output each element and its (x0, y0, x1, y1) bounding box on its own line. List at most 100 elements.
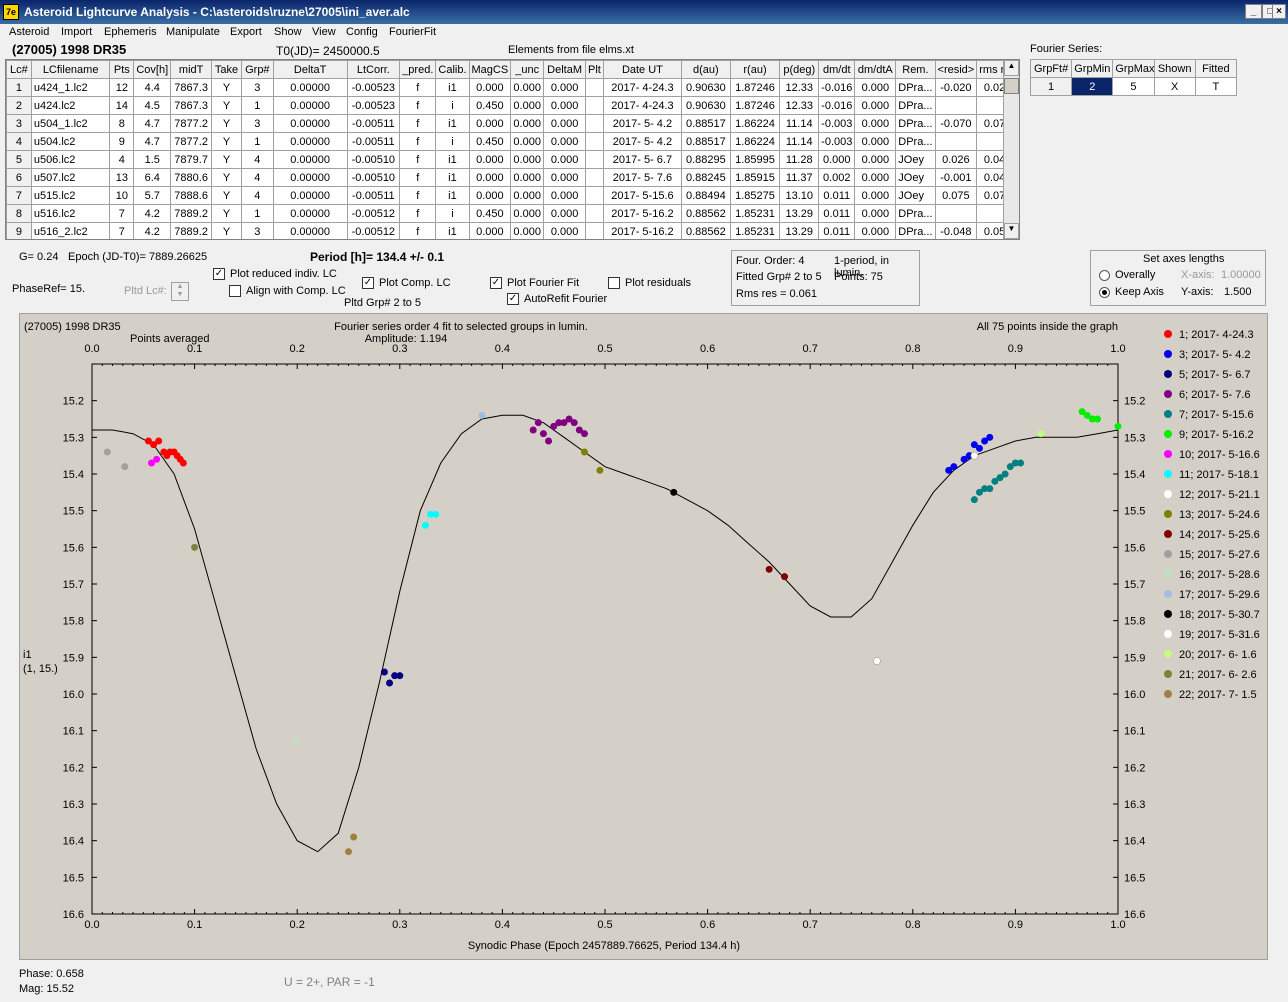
col-header[interactable]: Cov[h] (133, 60, 172, 79)
table-cell[interactable] (585, 204, 604, 223)
table-cell[interactable]: 11.14 (779, 132, 820, 151)
table-cell[interactable]: 3 (6, 114, 32, 133)
table-cell[interactable]: 6.4 (133, 168, 172, 187)
table-cell[interactable]: 4.5 (133, 96, 172, 115)
table-cell[interactable]: i1 (435, 222, 470, 239)
table-cell[interactable]: DPra... (895, 222, 936, 239)
table-cell[interactable]: 1.87246 (729, 78, 781, 97)
table-cell[interactable]: 5.7 (133, 186, 172, 205)
checkbox-reduced[interactable]: ✓ (213, 268, 225, 281)
table-cell[interactable]: 1.5 (133, 150, 172, 169)
table-cell[interactable]: 7 (6, 186, 32, 205)
col-header[interactable]: midT (170, 60, 213, 79)
table-cell[interactable]: u516_2.lc2 (30, 222, 111, 239)
table-scrollbar[interactable]: ▲ ▼ (1003, 60, 1019, 239)
table-cell[interactable]: 1 (6, 78, 32, 97)
table-cell[interactable]: 7880.6 (170, 168, 213, 187)
table-cell[interactable]: i (435, 132, 470, 151)
table-cell[interactable]: 14 (109, 96, 135, 115)
table-cell[interactable]: 0.88562 (681, 204, 731, 223)
table-cell[interactable]: u424.lc2 (30, 96, 111, 115)
table-cell[interactable]: 6 (6, 168, 32, 187)
table-cell[interactable]: 0.000 (854, 114, 897, 133)
table-cell[interactable]: 11.28 (779, 150, 820, 169)
table-cell[interactable]: Y (211, 168, 242, 187)
menu-ephemeris[interactable]: Ephemeris (104, 26, 157, 38)
menu-config[interactable]: Config (346, 26, 378, 38)
check-autorefit[interactable]: ✓ AutoRefit Fourier (507, 293, 607, 306)
table-cell[interactable]: 0.00000 (272, 78, 348, 97)
table-cell[interactable]: 1.85231 (729, 204, 781, 223)
table-cell[interactable]: DPra... (895, 132, 936, 151)
table-cell[interactable]: 0.000 (543, 114, 586, 133)
col-header[interactable]: MagCS (468, 60, 512, 79)
table-cell[interactable]: i1 (435, 114, 470, 133)
x-axis-value[interactable]: 1.00000 (1221, 269, 1261, 281)
check-comp[interactable]: ✓ Plot Comp. LC (362, 277, 451, 290)
table-cell[interactable]: 3 (240, 78, 274, 97)
table-cell[interactable]: -0.016 (818, 78, 856, 97)
table-cell[interactable]: -0.00523 (346, 78, 401, 97)
table-cell[interactable]: 1.86224 (729, 132, 781, 151)
table-row[interactable]: 2 u424.lc2 14 4.5 7867.3 Y 1 0.00000 -0.00523 f i 0… (6, 96, 1019, 115)
table-cell[interactable]: -0.048 (934, 222, 978, 239)
radio-keep-axis[interactable]: Keep Axis (1099, 286, 1164, 298)
table-cell[interactable]: 0.000 (543, 96, 586, 115)
table-cell[interactable]: JOey (895, 168, 936, 187)
table-row[interactable]: 8 u516.lc2 7 4.2 7889.2 Y 1 0.00000 -0.00512 f i 0.… (6, 204, 1019, 223)
table-cell[interactable]: u507.lc2 (30, 168, 111, 187)
table-cell[interactable]: 0.000 (510, 96, 545, 115)
col-header[interactable]: DeltaM (543, 60, 586, 79)
table-cell[interactable]: u515.lc2 (30, 186, 111, 205)
table-cell[interactable]: 1 (240, 132, 274, 151)
col-header[interactable]: d(au) (681, 60, 731, 79)
table-cell[interactable]: 2017- 5- 4.2 (602, 132, 683, 151)
table-cell[interactable]: 4.7 (133, 132, 172, 151)
table-cell[interactable]: 7867.3 (170, 96, 213, 115)
col-header[interactable]: _pred. (399, 60, 437, 79)
fs-cell-grpft[interactable]: 1 (1029, 77, 1073, 96)
table-cell[interactable]: f (399, 132, 437, 151)
table-cell[interactable]: 0.075 (934, 186, 978, 205)
table-cell[interactable]: 0.000 (510, 222, 545, 239)
menu-fourierfit[interactable]: FourierFit (389, 26, 436, 38)
pltd-lc-spinner[interactable]: ▲ ▼ (171, 282, 189, 301)
table-cell[interactable]: i1 (435, 150, 470, 169)
table-cell[interactable]: -0.00523 (346, 96, 401, 115)
table-cell[interactable]: 0.00000 (272, 96, 348, 115)
table-cell[interactable]: 0.00000 (272, 150, 348, 169)
fourier-series-table[interactable]: GrpFt# GrpMin GrpMax Shown Fitted 1 2 5 … (1029, 59, 1238, 96)
menu-manipulate[interactable]: Manipulate (166, 26, 220, 38)
lightcurve-chart[interactable]: (27005) 1998 DR35 Points averaged Fourie… (20, 314, 1269, 961)
table-row[interactable]: 3 u504_1.lc2 8 4.7 7877.2 Y 3 0.00000 -0.00511 f i… (6, 114, 1019, 133)
table-cell[interactable]: 2017- 5- 4.2 (602, 114, 683, 133)
table-cell[interactable]: 4.2 (133, 222, 172, 239)
menu-import[interactable]: Import (61, 26, 92, 38)
table-cell[interactable]: f (399, 96, 437, 115)
table-cell[interactable] (934, 204, 978, 223)
table-cell[interactable]: 0.00000 (272, 222, 348, 239)
table-cell[interactable]: 7888.6 (170, 186, 213, 205)
table-cell[interactable]: 7 (109, 222, 135, 239)
table-cell[interactable]: 0.00000 (272, 114, 348, 133)
table-cell[interactable]: 0.000 (468, 186, 512, 205)
table-cell[interactable]: 7879.7 (170, 150, 213, 169)
table-cell[interactable]: 4.4 (133, 78, 172, 97)
fs-cell-grpmin[interactable]: 2 (1071, 77, 1114, 96)
table-cell[interactable]: 0.000 (510, 78, 545, 97)
table-cell[interactable]: DPra... (895, 78, 936, 97)
table-cell[interactable]: 7 (109, 204, 135, 223)
table-cell[interactable]: Y (211, 132, 242, 151)
col-header[interactable]: Lc# (6, 60, 32, 79)
table-cell[interactable]: 0.000 (854, 186, 897, 205)
table-cell[interactable]: 1 (240, 204, 274, 223)
col-header[interactable]: LCfilename (30, 60, 111, 79)
table-cell[interactable]: 7889.2 (170, 222, 213, 239)
table-cell[interactable]: 0.011 (818, 204, 856, 223)
table-cell[interactable]: u504_1.lc2 (30, 114, 111, 133)
table-cell[interactable]: 0.000 (543, 204, 586, 223)
table-cell[interactable]: 4.7 (133, 114, 172, 133)
table-cell[interactable] (585, 222, 604, 239)
title-bar[interactable]: 7e Asteroid Lightcurve Analysis - C:\ast… (0, 0, 1288, 24)
table-cell[interactable] (585, 132, 604, 151)
